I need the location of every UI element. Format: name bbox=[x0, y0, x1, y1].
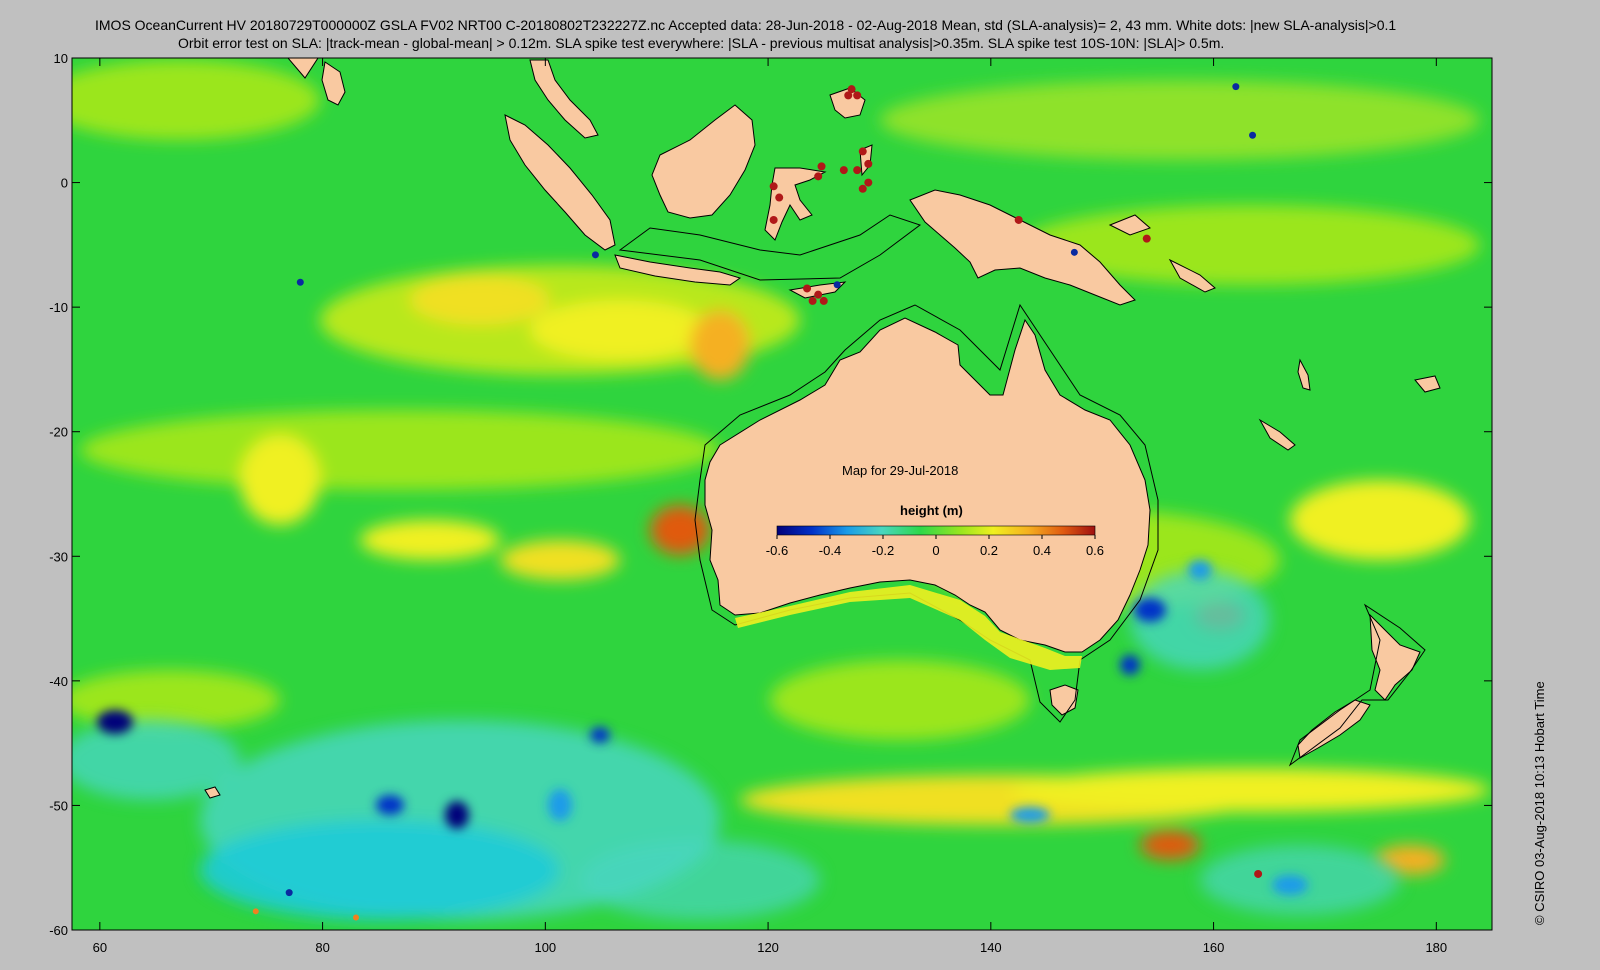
x-tick-label: 180 bbox=[1425, 940, 1447, 955]
anomaly-band bbox=[1140, 830, 1200, 860]
anomaly-eddy bbox=[97, 710, 133, 734]
anomaly-band bbox=[1010, 768, 1490, 812]
anomaly-band bbox=[360, 520, 500, 560]
anomaly-eddy bbox=[445, 801, 469, 829]
y-tick-label: -60 bbox=[49, 923, 68, 938]
colorbar-tick-label: 0.6 bbox=[1086, 543, 1104, 558]
colorbar-tick-label: -0.2 bbox=[872, 543, 894, 558]
anomaly-eddy bbox=[548, 789, 572, 821]
qc-flag-dot bbox=[858, 147, 867, 156]
qc-flag-dot bbox=[819, 296, 828, 305]
anomaly-band bbox=[580, 840, 820, 920]
qc-flag-dot bbox=[864, 178, 873, 187]
qc-flag-dot bbox=[808, 296, 817, 305]
anomaly-band bbox=[72, 670, 280, 730]
qc-flag-dot bbox=[839, 166, 848, 175]
qc-flag-dot bbox=[1249, 131, 1257, 139]
qc-flag-dot bbox=[1254, 869, 1263, 878]
y-tick-label: 0 bbox=[61, 176, 68, 191]
colorbar-tick-label: 0.2 bbox=[980, 543, 998, 558]
colorbar-tick-label: 0 bbox=[932, 543, 939, 558]
anomaly-eddy bbox=[1010, 807, 1050, 823]
y-tick-label: -20 bbox=[49, 425, 68, 440]
x-tick-label: 160 bbox=[1203, 940, 1225, 955]
colorbar-label: height (m) bbox=[900, 503, 963, 518]
anomaly-eddy bbox=[1272, 875, 1308, 895]
qc-flag-dot bbox=[864, 159, 873, 168]
qc-flag-dot bbox=[1232, 83, 1240, 91]
anomaly-band bbox=[80, 410, 720, 490]
qc-flag-dot bbox=[814, 172, 823, 181]
colorbar-tick-label: -0.6 bbox=[766, 543, 788, 558]
anomaly-eddy bbox=[376, 795, 404, 815]
anomaly-band bbox=[650, 505, 710, 555]
qc-flag-dot bbox=[833, 281, 841, 289]
qc-flag-dot bbox=[353, 914, 359, 921]
qc-flag-dot bbox=[1070, 248, 1078, 256]
anomaly-band bbox=[770, 660, 1030, 740]
map-figure: 60 80 100 120 140 160 180 100-10-20-30-40-50-6… bbox=[49, 51, 1493, 955]
credit-text: © CSIRO 03-Aug-2018 10:13 Hobart Time bbox=[1532, 681, 1547, 925]
y-tick-label: 10 bbox=[54, 51, 68, 66]
inset-title: Map for 29-Jul-2018 bbox=[842, 463, 958, 478]
x-tick-label: 140 bbox=[980, 940, 1002, 955]
qc-flag-dot bbox=[285, 889, 293, 897]
anomaly-band bbox=[1290, 480, 1470, 560]
y-tick-label: -30 bbox=[49, 549, 68, 564]
qc-flag-dot bbox=[817, 162, 826, 171]
x-tick-label: 60 bbox=[93, 940, 107, 955]
y-tick-label: -40 bbox=[49, 674, 68, 689]
y-tick-label: -50 bbox=[49, 798, 68, 813]
qc-flag-dot bbox=[591, 251, 599, 259]
anomaly-band bbox=[200, 820, 560, 920]
qc-flag-dot bbox=[803, 284, 812, 293]
qc-flag-dot bbox=[858, 184, 867, 193]
anomaly-band bbox=[500, 540, 620, 580]
qc-flag-dot bbox=[769, 215, 778, 224]
qc-flag-dot bbox=[1014, 215, 1023, 224]
anomaly-eddy bbox=[1188, 560, 1212, 580]
qc-flag-dot bbox=[252, 908, 259, 915]
qc-flag-dot bbox=[853, 166, 862, 175]
anomaly-band bbox=[410, 275, 550, 325]
anomaly-eddy bbox=[1120, 655, 1140, 675]
x-tick-label: 80 bbox=[315, 940, 329, 955]
anomaly-band bbox=[880, 80, 1480, 160]
qc-flag-dot bbox=[775, 193, 784, 202]
anomaly-band bbox=[530, 300, 710, 360]
qc-flag-dot bbox=[769, 182, 778, 191]
anomaly-eddy bbox=[590, 727, 610, 743]
colorbar-tick-label: -0.4 bbox=[819, 543, 841, 558]
colorbar-tick-label: 0.4 bbox=[1033, 543, 1051, 558]
colorbar bbox=[776, 525, 1096, 536]
x-tick-label: 120 bbox=[757, 940, 779, 955]
anomaly-band bbox=[72, 60, 320, 140]
qc-flag-dot bbox=[1142, 234, 1151, 243]
x-tick-label: 100 bbox=[534, 940, 556, 955]
qc-flag-dot bbox=[844, 91, 853, 100]
qc-flag-dot bbox=[853, 91, 862, 100]
sla-field bbox=[72, 58, 1492, 930]
qc-flag-dot bbox=[296, 278, 304, 286]
qc-flag-dot bbox=[814, 290, 823, 299]
anomaly-band bbox=[240, 435, 320, 525]
anomaly-band bbox=[690, 310, 750, 380]
y-tick-label: -10 bbox=[49, 300, 68, 315]
